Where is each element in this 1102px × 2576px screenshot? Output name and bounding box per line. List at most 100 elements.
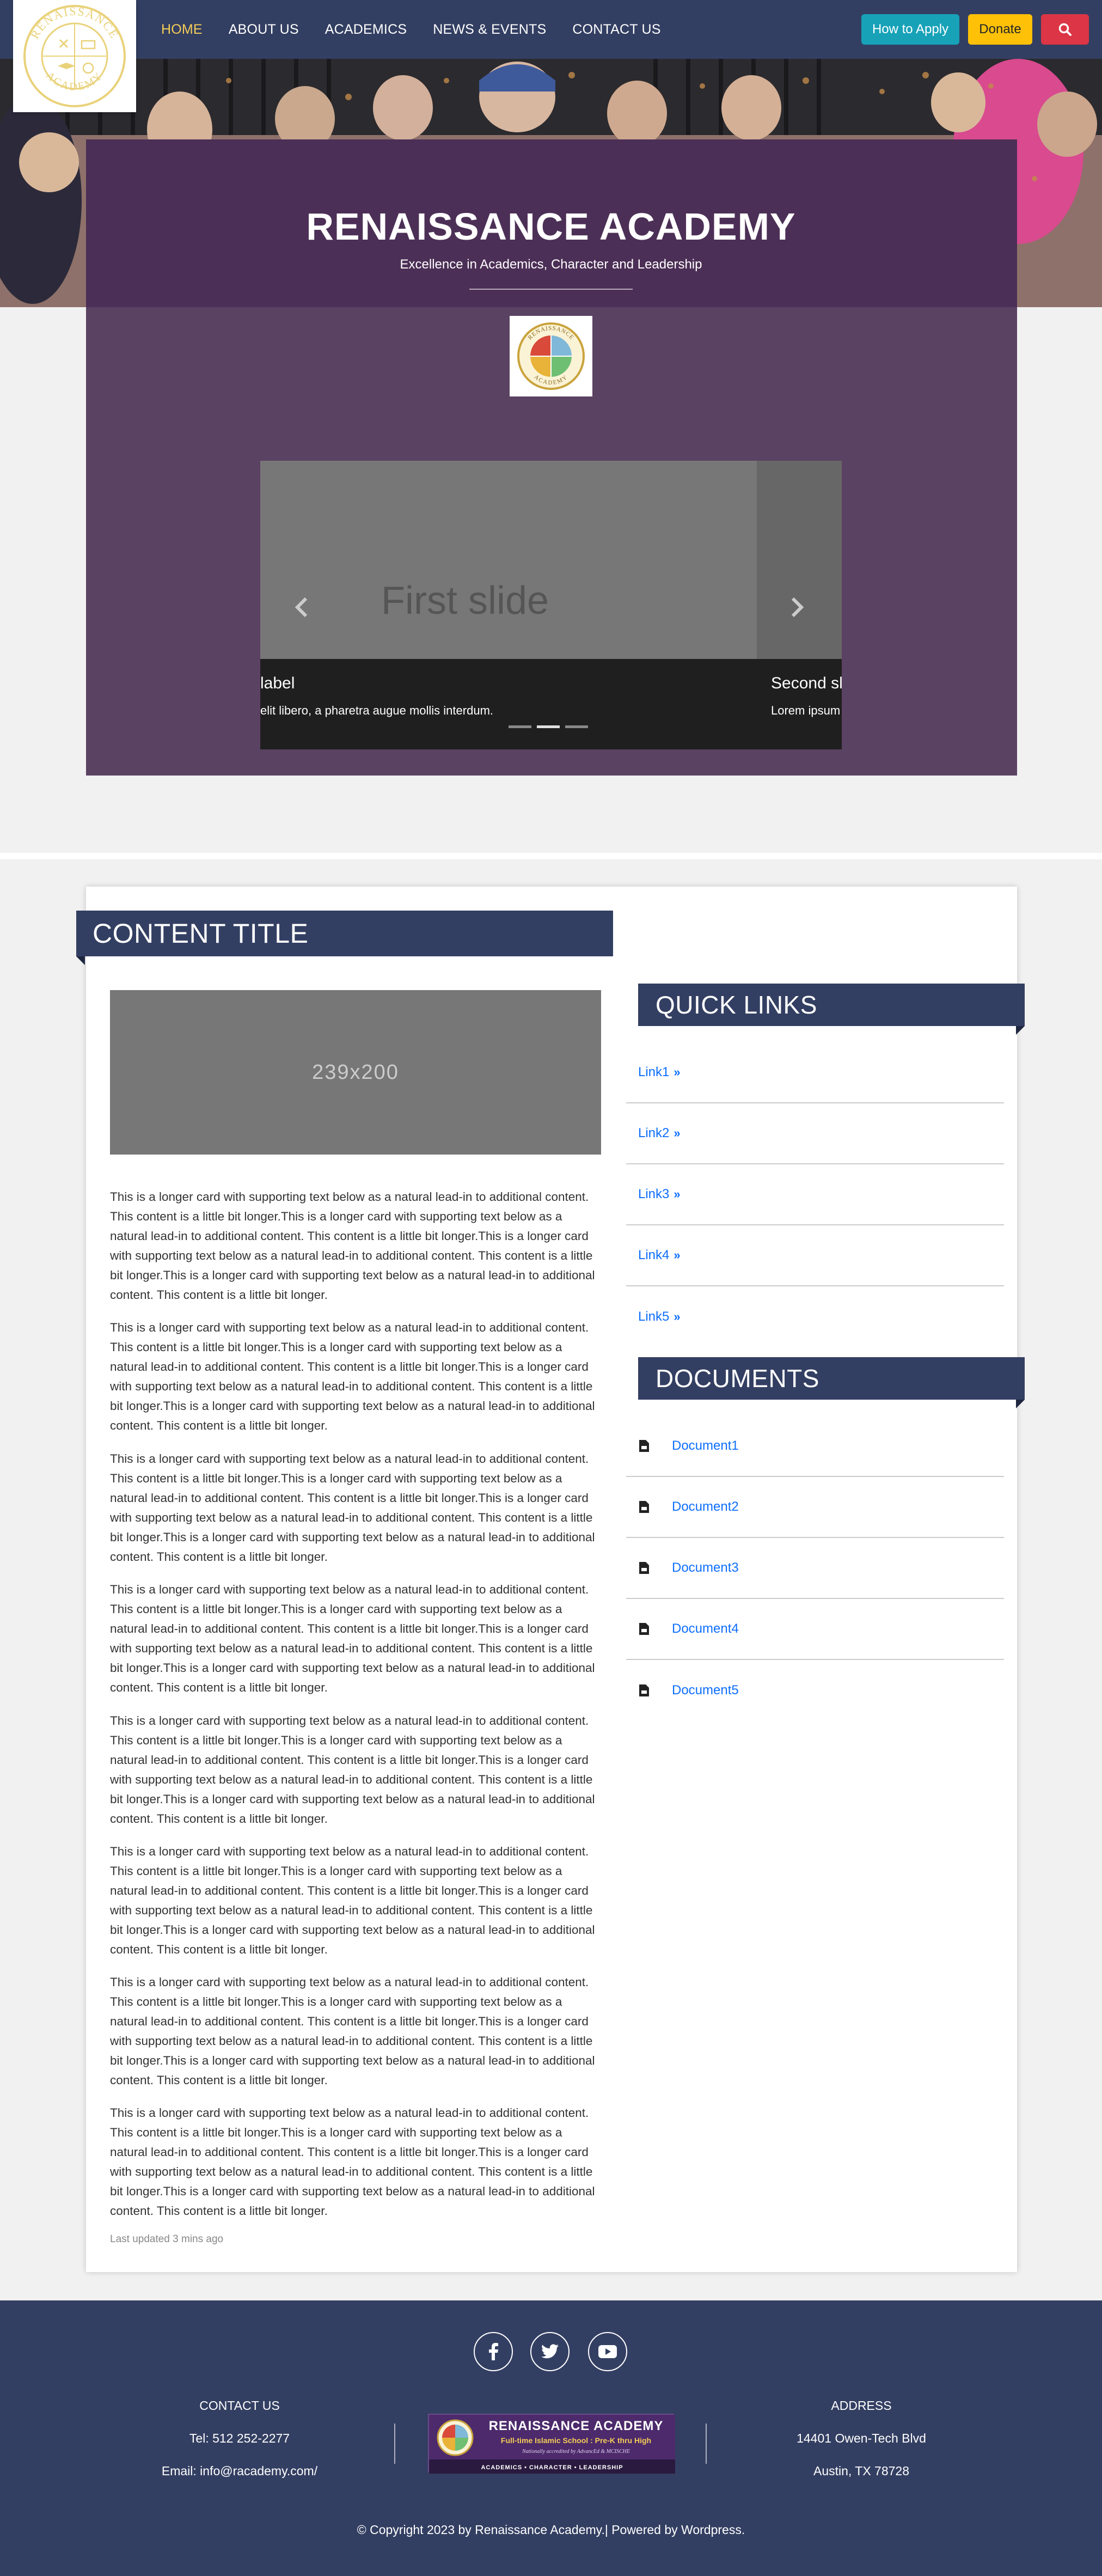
- content-paragraph: This is a longer card with supporting te…: [110, 1845, 595, 1956]
- main-nav: HOME ABOUT US ACADEMICS NEWS & EVENTS CO…: [161, 0, 661, 59]
- quick-link-item: Link5 »: [626, 1286, 1004, 1347]
- academy-crest: RENAISSANCE ACADEMY: [510, 316, 592, 396]
- content-paragraph: This is a longer card with supporting te…: [110, 1975, 595, 2087]
- youtube-icon: [598, 2345, 617, 2358]
- last-updated-text: Last updated 3 mins ago: [110, 2233, 224, 2245]
- document-item: Document4: [626, 1599, 1004, 1660]
- carousel-prev-button[interactable]: [294, 595, 309, 624]
- footer-address-line1: 14401 Owen-Tech Blvd: [797, 2431, 926, 2445]
- double-chevron-right-icon: »: [674, 1310, 681, 1323]
- carousel-indicator[interactable]: [565, 725, 588, 728]
- footer-school-banner: RENAISSANCE ACADEMY Full-time Islamic Sc…: [428, 2414, 675, 2474]
- document-link-1[interactable]: Document1: [672, 1438, 739, 1454]
- document-item: Document2: [626, 1477, 1004, 1538]
- pdf-file-icon: [639, 1623, 649, 1635]
- section-divider: [0, 853, 1102, 859]
- carousel-next-button[interactable]: [789, 595, 805, 624]
- content-paragraph: This is a longer card with supporting te…: [110, 1714, 595, 1826]
- donate-button[interactable]: Donate: [968, 14, 1032, 45]
- caption-2-title: Second sli: [771, 674, 842, 692]
- slide-label: First slide: [381, 579, 549, 622]
- content-paragraph: This is a longer card with supporting te…: [110, 1321, 595, 1432]
- top-navbar: HOME ABOUT US ACADEMICS NEWS & EVENTS CO…: [0, 0, 1102, 59]
- documents-title: DOCUMENTS: [638, 1357, 1025, 1400]
- chevron-right-icon: [791, 597, 804, 618]
- quick-link-item: Link4 »: [626, 1225, 1004, 1286]
- nav-news-events[interactable]: NEWS & EVENTS: [433, 22, 546, 38]
- content-paragraph: This is a longer card with supporting te…: [110, 1190, 595, 1302]
- footer-divider: [706, 2424, 707, 2464]
- crest-emblem-icon: RENAISSANCE ACADEMY: [517, 322, 585, 390]
- pdf-file-icon: [639, 1562, 649, 1574]
- content-paragraph: This is a longer card with supporting te…: [110, 1452, 595, 1564]
- double-chevron-right-icon: »: [674, 1187, 681, 1201]
- ribbon-fold: [1016, 1026, 1025, 1035]
- academy-seal-logo: RENAISSANCE ACADEMY: [23, 4, 126, 107]
- nav-academics[interactable]: ACADEMICS: [325, 22, 407, 38]
- footer-divider: [394, 2424, 395, 2464]
- pdf-file-icon: [639, 1440, 649, 1452]
- pdf-file-icon: [639, 1684, 649, 1696]
- quick-link-3[interactable]: Link3 »: [638, 1187, 681, 1202]
- quick-link-label: Link1: [638, 1065, 670, 1079]
- carousel-indicators: [509, 725, 588, 728]
- how-to-apply-button[interactable]: How to Apply: [861, 14, 959, 45]
- carousel-indicator-active[interactable]: [537, 725, 560, 728]
- hero-title: RENAISSANCE ACADEMY: [306, 205, 796, 248]
- quick-link-4[interactable]: Link4 »: [638, 1248, 681, 1263]
- double-chevron-right-icon: »: [674, 1248, 681, 1262]
- facebook-icon: [489, 2343, 498, 2360]
- document-link-4[interactable]: Document4: [672, 1621, 739, 1637]
- document-item: Document3: [626, 1538, 1004, 1599]
- ribbon-fold: [76, 956, 85, 965]
- document-link-3[interactable]: Document3: [672, 1560, 739, 1576]
- quick-link-label: Link3: [638, 1187, 670, 1201]
- youtube-link[interactable]: [588, 2332, 627, 2371]
- document-link-5[interactable]: Document5: [672, 1683, 739, 1698]
- nav-contact-us[interactable]: CONTACT US: [572, 22, 660, 38]
- caption-2-text: Lorem ipsum: [771, 704, 841, 717]
- chevron-left-icon: [295, 597, 308, 618]
- quick-link-item: Link3 »: [626, 1164, 1004, 1225]
- image-carousel[interactable]: First slide label elit libero, a pharetr…: [260, 461, 842, 749]
- svg-text:Nationally accredited by Advan: Nationally accredited by AdvancEd & MCIS…: [522, 2449, 630, 2455]
- content-paragraph: This is a longer card with supporting te…: [110, 1583, 595, 1694]
- double-chevron-right-icon: »: [674, 1126, 681, 1140]
- svg-text:Full-time Islamic School : Pre: Full-time Islamic School : Pre-K thru Hi…: [501, 2436, 651, 2445]
- svg-text:RENAISSANCE ACADEMY: RENAISSANCE ACADEMY: [489, 2419, 664, 2433]
- nav-home[interactable]: HOME: [161, 22, 203, 38]
- caption-1-text: elit libero, a pharetra augue mollis int…: [260, 704, 494, 717]
- nav-actions: How to Apply Donate: [861, 14, 1089, 45]
- content-paragraph: This is a longer card with supporting te…: [110, 2106, 595, 2218]
- double-chevron-right-icon: »: [674, 1065, 681, 1079]
- quick-link-2[interactable]: Link2 »: [638, 1126, 681, 1141]
- document-item: Document5: [626, 1660, 1004, 1721]
- carousel-indicator[interactable]: [509, 725, 531, 728]
- quick-link-item: Link1 »: [626, 1042, 1004, 1103]
- twitter-icon: [541, 2344, 559, 2359]
- quick-link-5[interactable]: Link5 »: [638, 1309, 681, 1324]
- ribbon-fold: [1016, 1400, 1025, 1408]
- quick-link-label: Link5: [638, 1309, 670, 1324]
- quick-link-label: Link4: [638, 1248, 670, 1262]
- pdf-file-icon: [639, 1501, 649, 1513]
- facebook-link[interactable]: [474, 2332, 513, 2371]
- document-item: Document1: [626, 1416, 1004, 1477]
- twitter-link[interactable]: [530, 2332, 570, 2371]
- content-image-placeholder: 239x200: [110, 990, 601, 1155]
- footer-address-line2: Austin, TX 78728: [813, 2464, 910, 2478]
- svg-text:ACADEMICS • CHARACTER • LE: ACADEMICS • CHARACTER • LEADERSHIP: [481, 2464, 623, 2471]
- quick-link-label: Link2: [638, 1126, 670, 1140]
- site-logo[interactable]: RENAISSANCE ACADEMY: [13, 0, 136, 112]
- footer-email[interactable]: Email: info@racademy.com/: [103, 2464, 376, 2479]
- footer-address-heading: ADDRESS: [831, 2398, 892, 2413]
- search-button[interactable]: [1041, 14, 1089, 45]
- quick-link-1[interactable]: Link1 »: [638, 1065, 681, 1080]
- hero-subtitle: Excellence in Academics, Character and L…: [400, 257, 702, 272]
- content-title: CONTENT TITLE: [76, 911, 613, 956]
- document-link-2[interactable]: Document2: [672, 1499, 739, 1515]
- quick-link-item: Link2 »: [626, 1103, 1004, 1164]
- footer-contact-heading: CONTACT US: [199, 2398, 280, 2413]
- nav-about-us[interactable]: ABOUT US: [229, 22, 299, 38]
- footer-phone[interactable]: Tel: 512 252-2277: [103, 2431, 376, 2446]
